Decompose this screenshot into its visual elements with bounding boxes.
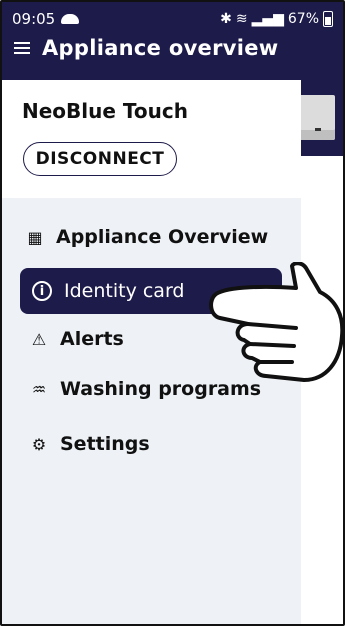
washing-program-icon: ♒ xyxy=(31,379,47,399)
disconnect-button[interactable]: DISCONNECT xyxy=(23,142,177,176)
page-title: Appliance overview xyxy=(42,36,279,60)
battery-icon xyxy=(323,11,333,27)
device-name: NeoBlue Touch xyxy=(22,99,188,123)
menu-item-appliance-overview[interactable]: ▦ Appliance Overview xyxy=(26,226,268,248)
gear-icon: ⚙ xyxy=(31,434,47,454)
signal-icon: ▂▄▆ xyxy=(251,11,284,27)
menu-item-label: Identity card xyxy=(64,280,185,302)
battery-percent: 67% xyxy=(287,11,319,27)
bluetooth-icon: ✱ xyxy=(220,11,232,27)
warning-icon: ⚠ xyxy=(31,329,47,349)
wifi-icon: ≋ xyxy=(235,11,248,27)
pointing-hand-icon xyxy=(209,262,345,382)
menu-item-label: Settings xyxy=(60,433,150,455)
menu-item-alerts[interactable]: ⚠ Alerts xyxy=(30,328,124,350)
info-icon: i xyxy=(32,281,52,301)
cloud-icon xyxy=(61,14,80,24)
drawer-header: NeoBlue Touch DISCONNECT xyxy=(2,80,301,198)
hamburger-menu-icon[interactable] xyxy=(14,42,30,54)
grid-icon: ▦ xyxy=(27,227,43,247)
appliance-thumbnail xyxy=(297,95,335,140)
app-bar: Appliance overview xyxy=(14,36,278,60)
status-time: 09:05 xyxy=(12,10,56,28)
menu-item-settings[interactable]: ⚙ Settings xyxy=(30,433,150,455)
menu-item-label: Appliance Overview xyxy=(56,226,269,248)
menu-item-label: Alerts xyxy=(60,328,124,350)
bluetooth-thumbnail-icon xyxy=(315,128,321,131)
status-bar: 09:05 ✱ ≋ ▂▄▆ 67% xyxy=(12,8,333,30)
